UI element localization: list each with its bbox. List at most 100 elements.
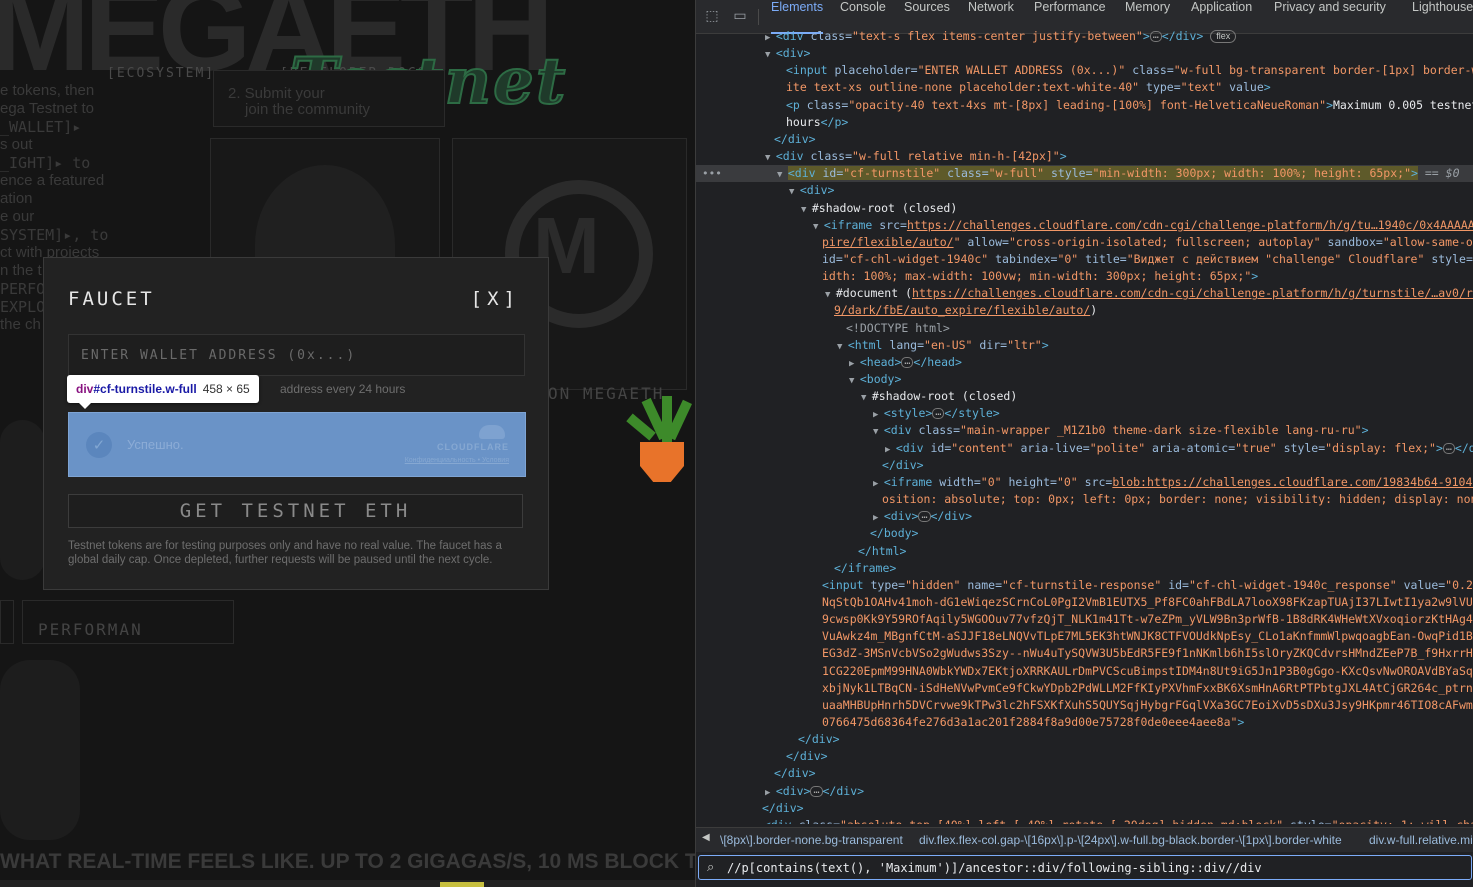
background-text-line: ation <box>0 190 33 207</box>
collapse-arrow-icon[interactable]: ▼ <box>837 342 848 352</box>
dom-node-line[interactable]: ▶ <iframe width="0" height="0" src=blob:… <box>696 474 1473 491</box>
dom-node-line[interactable]: EG3dZ-3MSnVcbVSo2gWudws3Szy--nWu4uTySQVW… <box>696 645 1473 662</box>
turnstile-links[interactable]: Конфиденциальность • Условия <box>405 457 509 464</box>
collapse-arrow-icon[interactable]: ▼ <box>861 393 872 403</box>
background-text-line: ega Testnet to <box>0 100 94 117</box>
dom-node-line[interactable]: ite text-xs outline-none placeholder:tex… <box>696 79 1473 96</box>
dom-node-line[interactable]: ▶ <div>… </div> <box>696 508 1473 525</box>
toolbar-divider <box>758 9 759 25</box>
dom-node-line[interactable]: uaaMHBUpHnrh5DVCrvwe9kTPw3lc2hFSXKfXuhS5… <box>696 697 1473 714</box>
cloudflare-cloud-icon <box>479 425 505 439</box>
dom-node-line[interactable]: ▶ <div id="content" aria-live="polite" a… <box>696 440 1473 457</box>
dom-node-line[interactable]: <p class="opacity-40 text-4xs mt-[8px] l… <box>696 97 1473 114</box>
collapse-arrow-icon[interactable]: ▼ <box>777 170 788 180</box>
dom-node-line[interactable]: xbjNyk1LTBqCN-iSdHeNVwPvmCe9fCkwYDpb2PdW… <box>696 680 1473 697</box>
marquee-ticker: WHAT REAL-TIME FEELS LIKE. UP TO 2 GIGAG… <box>0 850 695 873</box>
dom-node-line[interactable]: ▼ <div> <box>696 45 1473 62</box>
collapse-arrow-icon[interactable]: ▼ <box>873 427 884 437</box>
dom-node-line[interactable]: ▶ <div>… </div> <box>696 783 1473 800</box>
dom-node-line[interactable]: </div> <box>696 748 1473 765</box>
collapse-arrow-icon[interactable]: ▼ <box>849 376 860 386</box>
node-menu-icon[interactable]: ••• <box>702 165 722 182</box>
device-toolbar-icon[interactable]: ▭ <box>732 8 748 24</box>
dom-node-line[interactable]: osition: absolute; top: 0px; left: 0px; … <box>696 491 1473 508</box>
inspect-element-icon[interactable]: ⬚ <box>704 8 720 24</box>
cf-turnstile-widget[interactable]: ✓ Успешно. CLOUDFLARE Конфиденциальность… <box>68 412 526 477</box>
expand-arrow-icon[interactable]: ▶ <box>873 410 884 420</box>
dom-node-line[interactable]: ▶ <div class="absolute top-[40%] left-[-… <box>696 817 1473 824</box>
dom-node-line[interactable]: ▶ <div class="text-s flex items-center j… <box>696 28 1473 45</box>
dom-node-line[interactable]: 9cwsp0Kk9Y59ROfAqily5WGOOuv77vfzQjT_NLK1… <box>696 611 1473 628</box>
dom-node-line[interactable]: ▼ #shadow-root (closed) <box>696 200 1473 217</box>
dom-node-line[interactable]: idth: 100%; max-width: 100vw; min-width:… <box>696 268 1473 285</box>
dom-node-line[interactable]: </body> <box>696 525 1473 542</box>
dom-node-line[interactable]: ▼ <div> <box>696 182 1473 199</box>
cloudflare-logo: CLOUDFLARE <box>437 442 509 452</box>
breadcrumb-item[interactable]: \[8px\].border-none.bg-transparent <box>720 833 903 847</box>
dom-node-line[interactable]: ▼ <body> <box>696 371 1473 388</box>
collapse-arrow-icon[interactable]: ▼ <box>801 205 812 215</box>
devtools-panel: ⬚ ▭ Elements Console Sources Network Perform… <box>695 0 1473 887</box>
dom-node-line[interactable]: </div> <box>696 731 1473 748</box>
dom-node-line[interactable]: </div> <box>696 131 1473 148</box>
inspect-tooltip: div#cf-turnstile.w-full 458 × 65 <box>67 375 259 409</box>
expand-arrow-icon[interactable]: ▶ <box>885 445 896 455</box>
dom-node-line[interactable]: hours</p> <box>696 114 1473 131</box>
elements-search-bar[interactable]: ⌕ <box>698 855 1472 880</box>
dom-node-line[interactable]: ▼ #shadow-root (closed) <box>696 388 1473 405</box>
background-text-line: PERFO <box>0 280 46 298</box>
step-card-subtitle: join the community <box>245 101 371 118</box>
bottom-strip <box>0 880 695 887</box>
expand-arrow-icon[interactable]: ▶ <box>765 788 776 798</box>
dom-node-line[interactable]: VuAwkz4m_MBgnfCtM-aSJJF18eLNQVvTLpE7ML5E… <box>696 628 1473 645</box>
dom-node-line[interactable]: </html> <box>696 543 1473 560</box>
tooltip-selector: div#cf-turnstile.w-full <box>76 382 197 396</box>
close-button[interactable]: [X] <box>471 288 520 310</box>
dom-node-line[interactable]: ▶ <head>… </head> <box>696 354 1473 371</box>
wallet-address-input[interactable] <box>68 334 525 376</box>
dom-node-line[interactable]: 0766475d68364fe276d3a1ac201f2884f8a9d00e… <box>696 714 1473 731</box>
dom-node-line[interactable]: ▼ <iframe src=https://challenges.cloudfl… <box>696 217 1473 234</box>
collapse-arrow-icon[interactable]: ▼ <box>765 50 776 60</box>
faucet-disclaimer: Testnet tokens are for testing purposes … <box>68 540 502 566</box>
expand-arrow-icon[interactable]: ▶ <box>849 359 860 369</box>
dom-node-line[interactable]: ▼ <div class="main-wrapper _M1Z1b0 theme… <box>696 422 1473 439</box>
dom-node-line[interactable]: </div> <box>696 457 1473 474</box>
expand-arrow-icon[interactable]: ▶ <box>765 33 776 43</box>
dom-node-line[interactable]: NqStQb1OAHv41moh-dG1eWiqezSCrnCoL0PgI2Vm… <box>696 594 1473 611</box>
dom-node-line[interactable]: id="cf-chl-widget-1940c" tabindex="0" ti… <box>696 251 1473 268</box>
collapse-arrow-icon[interactable]: ▼ <box>813 222 824 232</box>
dom-node-line[interactable]: <input type="hidden" name="cf-turnstile-… <box>696 577 1473 594</box>
dom-node-line[interactable]: ▼ <div class="w-full relative min-h-[42p… <box>696 148 1473 165</box>
dom-node-line[interactable]: ▶ <style>… </style> <box>696 405 1473 422</box>
collapse-arrow-icon[interactable]: ▼ <box>789 187 800 197</box>
dom-node-line[interactable]: <input placeholder="ENTER WALLET ADDRESS… <box>696 62 1473 79</box>
dom-node-line[interactable]: ▼ <html lang="en-US" dir="ltr"> <box>696 337 1473 354</box>
nav-ecosystem[interactable]: [ECOSYSTEM] <box>107 66 215 81</box>
dom-node-line[interactable]: pire/flexible/auto/" allow="cross-origin… <box>696 234 1473 251</box>
dom-node-line[interactable]: <!DOCTYPE html> <box>696 320 1473 337</box>
dom-node-line[interactable]: </div> <box>696 800 1473 817</box>
step-card-title: 2. Submit your <box>228 85 325 102</box>
expand-arrow-icon[interactable]: ▶ <box>753 822 764 824</box>
flex-badge[interactable]: flex <box>1210 30 1237 43</box>
expand-arrow-icon[interactable]: ▶ <box>873 479 884 489</box>
dom-node-line[interactable]: </iframe> <box>696 560 1473 577</box>
dom-node-line[interactable]: ••• ▼ <div id="cf-turnstile" class="w-ful… <box>696 165 1473 183</box>
collapse-arrow-icon[interactable]: ▼ <box>825 290 836 300</box>
get-testnet-eth-button[interactable]: GET TESTNET ETH <box>68 494 523 528</box>
breadcrumb-scroll-left-icon[interactable]: ◀ <box>702 832 710 843</box>
dom-node-line[interactable]: ▼ #document (https://challenges.cloudfla… <box>696 285 1473 302</box>
search-icon: ⌕ <box>707 860 715 875</box>
search-input[interactable] <box>727 858 1457 877</box>
dom-node-line[interactable]: </div> <box>696 765 1473 782</box>
breadcrumb-item[interactable]: div.w-full.relative.mi <box>1369 833 1473 847</box>
expand-arrow-icon[interactable]: ▶ <box>873 513 884 523</box>
faucet-title: FAUCET <box>68 288 155 310</box>
dom-node-line[interactable]: 1CG220EpmM99HNA0WbkYWDx7EKtjoXRRKAULrDmP… <box>696 663 1473 680</box>
step-card: 2. Submit your join the community <box>213 70 445 127</box>
breadcrumb-item[interactable]: div.flex.flex-col.gap-\[16px\].p-\[24px\… <box>919 833 1342 847</box>
character-illustration <box>0 420 45 580</box>
collapse-arrow-icon[interactable]: ▼ <box>765 153 776 163</box>
dom-node-line[interactable]: 9/dark/fbE/auto_expire/flexible/auto/) <box>696 302 1473 319</box>
